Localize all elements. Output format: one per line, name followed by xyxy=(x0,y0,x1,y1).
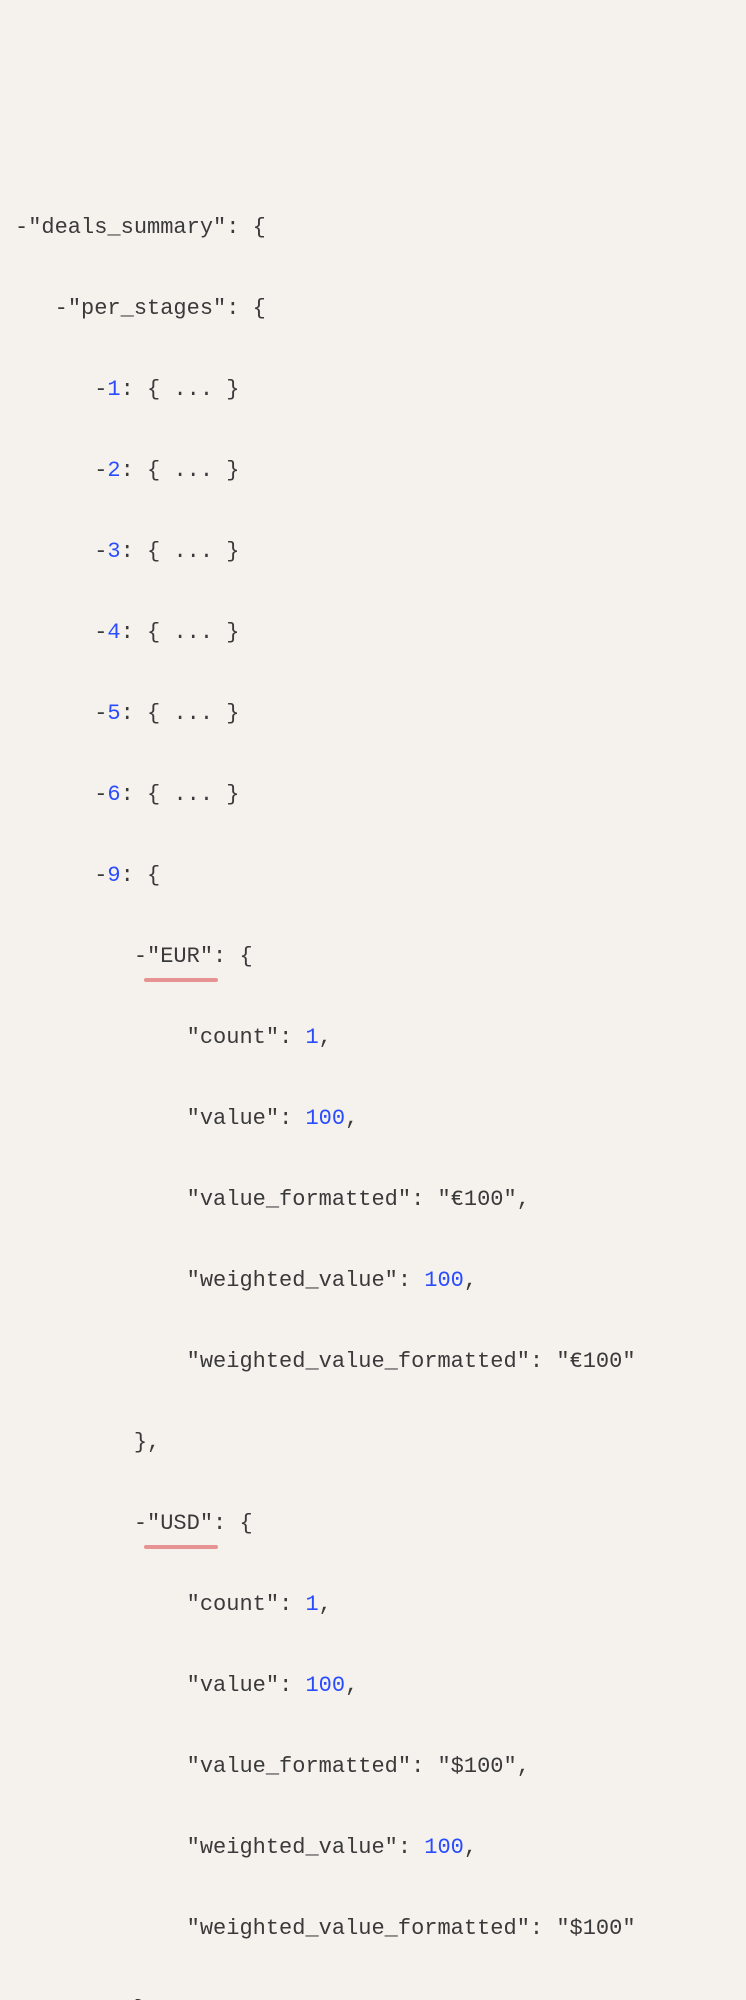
val-value: 100 xyxy=(305,1106,345,1131)
line-usd-wvalue: "weighted_value": 100, xyxy=(15,1828,731,1869)
line-usd-close: } xyxy=(15,1990,731,2000)
line-eur-wvalue: "weighted_value": 100, xyxy=(15,1261,731,1302)
line-stage-5: -5: { ... } xyxy=(15,694,731,735)
line-stage-4: -4: { ... } xyxy=(15,613,731,654)
line-usd-value-fmt: "value_formatted": "$100", xyxy=(15,1747,731,1788)
key-eur: "EUR" xyxy=(147,937,213,978)
val-value: 100 xyxy=(305,1673,345,1698)
line-usd-count: "count": 1, xyxy=(15,1585,731,1626)
val-weighted-value: 100 xyxy=(424,1835,464,1860)
line-stage-9-open: -9: { xyxy=(15,856,731,897)
key-stage-2: 2 xyxy=(107,458,120,483)
val-weighted-value-formatted: "€100" xyxy=(556,1349,635,1374)
key-value-formatted: "value_formatted" xyxy=(187,1754,411,1779)
key-usd: "USD" xyxy=(147,1504,213,1545)
key-count: "count" xyxy=(187,1592,279,1617)
val-count: 1 xyxy=(305,1025,318,1050)
collapse-toggle[interactable]: - xyxy=(134,1511,147,1536)
val-weighted-value-formatted: "$100" xyxy=(556,1916,635,1941)
line-usd-wvalue-fmt: "weighted_value_formatted": "$100" xyxy=(15,1909,731,1950)
key-deals-summary: "deals_summary" xyxy=(28,215,226,240)
val-weighted-value: 100 xyxy=(424,1268,464,1293)
line-eur-open: -"EUR": { xyxy=(15,937,731,978)
ellipsis[interactable]: ... xyxy=(173,782,213,807)
key-count: "count" xyxy=(187,1025,279,1050)
key-value-formatted: "value_formatted" xyxy=(187,1187,411,1212)
key-weighted-value-formatted: "weighted_value_formatted" xyxy=(187,1916,530,1941)
collapse-toggle[interactable]: - xyxy=(94,458,107,483)
key-stage-1: 1 xyxy=(107,377,120,402)
ellipsis[interactable]: ... xyxy=(173,620,213,645)
line-stage-2: -2: { ... } xyxy=(15,451,731,492)
key-stage-6: 6 xyxy=(107,782,120,807)
line-eur-count: "count": 1, xyxy=(15,1018,731,1059)
line-eur-value: "value": 100, xyxy=(15,1099,731,1140)
collapse-toggle[interactable]: - xyxy=(134,944,147,969)
line-root-open: -"deals_summary": { xyxy=(15,208,731,249)
key-stage-9: 9 xyxy=(107,863,120,888)
collapse-toggle[interactable]: - xyxy=(94,377,107,402)
collapse-toggle[interactable]: - xyxy=(94,539,107,564)
collapse-toggle[interactable]: - xyxy=(55,296,68,321)
key-stage-4: 4 xyxy=(107,620,120,645)
collapse-toggle[interactable]: - xyxy=(94,863,107,888)
key-weighted-value-formatted: "weighted_value_formatted" xyxy=(187,1349,530,1374)
key-value: "value" xyxy=(187,1673,279,1698)
collapse-toggle[interactable]: - xyxy=(94,620,107,645)
key-weighted-value: "weighted_value" xyxy=(187,1835,398,1860)
brace-open: { xyxy=(253,215,266,240)
collapse-toggle[interactable]: - xyxy=(15,215,28,240)
key-weighted-value: "weighted_value" xyxy=(187,1268,398,1293)
ellipsis[interactable]: ... xyxy=(173,458,213,483)
key-stage-5: 5 xyxy=(107,701,120,726)
ellipsis[interactable]: ... xyxy=(173,377,213,402)
colon: : xyxy=(226,215,239,240)
line-eur-close: }, xyxy=(15,1423,731,1464)
brace-open: { xyxy=(253,296,266,321)
val-count: 1 xyxy=(305,1592,318,1617)
val-value-formatted: "€100" xyxy=(437,1187,516,1212)
line-stage-6: -6: { ... } xyxy=(15,775,731,816)
val-value-formatted: "$100" xyxy=(437,1754,516,1779)
colon: : xyxy=(226,296,239,321)
line-stage-1: -1: { ... } xyxy=(15,370,731,411)
key-value: "value" xyxy=(187,1106,279,1131)
json-viewer: -"deals_summary": { -"per_stages": { -1:… xyxy=(15,167,731,2000)
collapse-toggle[interactable]: - xyxy=(94,701,107,726)
key-per-stages: "per_stages" xyxy=(68,296,226,321)
line-eur-value-fmt: "value_formatted": "€100", xyxy=(15,1180,731,1221)
line-usd-value: "value": 100, xyxy=(15,1666,731,1707)
line-per-stages-open: -"per_stages": { xyxy=(15,289,731,330)
line-stage-3: -3: { ... } xyxy=(15,532,731,573)
line-usd-open: -"USD": { xyxy=(15,1504,731,1545)
ellipsis[interactable]: ... xyxy=(173,539,213,564)
key-stage-3: 3 xyxy=(107,539,120,564)
collapse-toggle[interactable]: - xyxy=(94,782,107,807)
line-eur-wvalue-fmt: "weighted_value_formatted": "€100" xyxy=(15,1342,731,1383)
ellipsis[interactable]: ... xyxy=(173,701,213,726)
